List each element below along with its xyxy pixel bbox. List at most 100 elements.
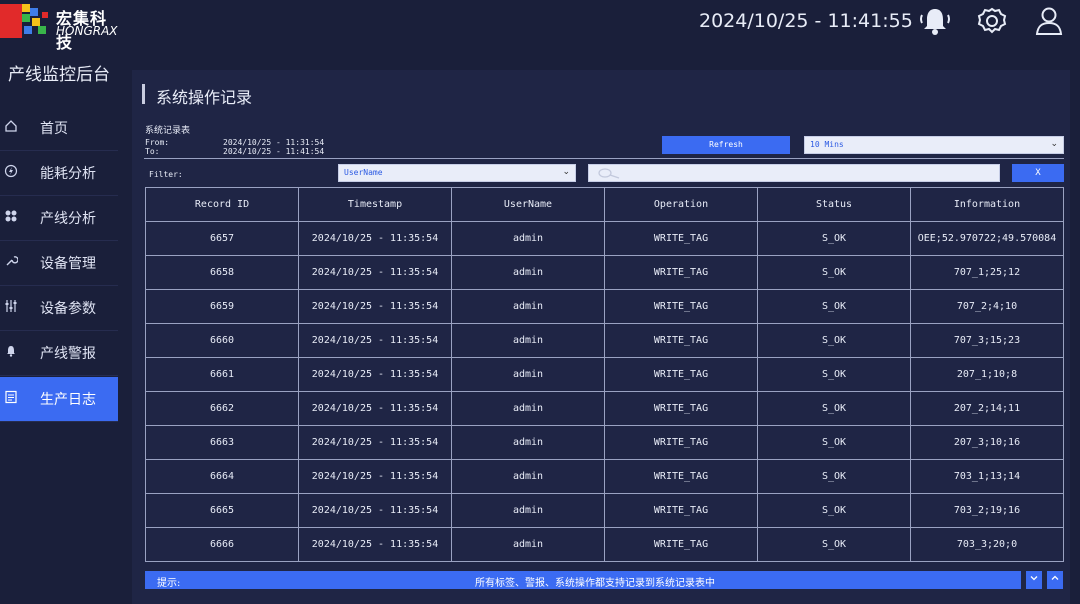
- cell-information: 207_3;10;16: [910, 425, 1064, 460]
- chevron-down-icon: ⌄: [1050, 139, 1058, 149]
- column-header[interactable]: UserName: [451, 187, 605, 222]
- cell-information: 707_3;15;23: [910, 323, 1064, 358]
- cell-record-id: 6665: [145, 493, 299, 528]
- cell-information: 207_2;14;11: [910, 391, 1064, 426]
- cell-record-id: 6657: [145, 221, 299, 256]
- hint-message: 所有标签、警报、系统操作都支持记录到系统记录表中: [475, 578, 715, 589]
- table-row[interactable]: 6665 2024/10/25 - 11:35:54 admin WRITE_TAG S…: [145, 493, 1064, 528]
- cell-record-id: 6666: [145, 527, 299, 562]
- bell-icon[interactable]: [918, 5, 952, 37]
- table-row[interactable]: 6659 2024/10/25 - 11:35:54 admin WRITE_TAG S…: [145, 289, 1064, 324]
- time-range-select[interactable]: 10 Mins ⌄: [804, 136, 1064, 154]
- cell-operation: WRITE_TAG: [604, 255, 758, 290]
- scroll-down-button[interactable]: [1026, 571, 1042, 589]
- time-range-value: 10 Mins: [810, 140, 844, 149]
- cell-status: S_OK: [757, 323, 911, 358]
- table-row[interactable]: 6663 2024/10/25 - 11:35:54 admin WRITE_TAG S…: [145, 425, 1064, 460]
- gear-icon[interactable]: [975, 5, 1009, 37]
- column-header[interactable]: Record ID: [145, 187, 299, 222]
- table-row[interactable]: 6666 2024/10/25 - 11:35:54 admin WRITE_TAG S…: [145, 527, 1064, 562]
- search-input[interactable]: [588, 164, 1000, 182]
- cell-timestamp: 2024/10/25 - 11:35:54: [298, 493, 452, 528]
- column-header[interactable]: Information: [910, 187, 1064, 222]
- column-header[interactable]: Operation: [604, 187, 758, 222]
- table-row[interactable]: 6657 2024/10/25 - 11:35:54 admin WRITE_TAG S…: [145, 221, 1064, 256]
- page-title: 系统操作记录: [156, 88, 253, 107]
- log-icon: [4, 390, 18, 404]
- sidebar-item-label: 设备参数: [40, 301, 96, 317]
- cell-username: admin: [451, 255, 605, 290]
- user-icon[interactable]: [1032, 5, 1066, 37]
- cell-timestamp: 2024/10/25 - 11:35:54: [298, 323, 452, 358]
- cell-username: admin: [451, 527, 605, 562]
- sidebar-item-energy[interactable]: 能耗分析: [0, 151, 118, 196]
- table-row[interactable]: 6661 2024/10/25 - 11:35:54 admin WRITE_TAG S…: [145, 357, 1064, 392]
- cell-information: 707_1;25;12: [910, 255, 1064, 290]
- sidebar-item-device-params[interactable]: 设备参数: [0, 286, 118, 331]
- cell-username: admin: [451, 459, 605, 494]
- cell-record-id: 6658: [145, 255, 299, 290]
- refresh-button[interactable]: Refresh: [662, 136, 790, 154]
- cell-record-id: 6660: [145, 323, 299, 358]
- cell-timestamp: 2024/10/25 - 11:35:54: [298, 255, 452, 290]
- sidebar-item-label: 首页: [40, 121, 68, 137]
- cell-operation: WRITE_TAG: [604, 357, 758, 392]
- cell-timestamp: 2024/10/25 - 11:35:54: [298, 459, 452, 494]
- brand-name-en: HONGRAX: [56, 24, 118, 38]
- cell-username: admin: [451, 493, 605, 528]
- cell-status: S_OK: [757, 493, 911, 528]
- wrench-icon: [4, 254, 19, 268]
- table-subtitle: 系统记录表: [145, 126, 191, 136]
- top-bar: 宏集科技 HONGRAX 2024/10/25 - 11:41:55: [0, 0, 1080, 52]
- table-row[interactable]: 6664 2024/10/25 - 11:35:54 admin WRITE_TAG S…: [145, 459, 1064, 494]
- cell-timestamp: 2024/10/25 - 11:35:54: [298, 221, 452, 256]
- home-icon: [4, 119, 18, 133]
- cell-information: 707_2;4;10: [910, 289, 1064, 324]
- clear-filter-button[interactable]: X: [1012, 164, 1064, 182]
- sidebar-item-line-alarm[interactable]: 产线警报: [0, 331, 118, 376]
- filter-label: Filter:: [149, 170, 183, 179]
- cell-operation: WRITE_TAG: [604, 493, 758, 528]
- sidebar-item-line-analysis[interactable]: 产线分析: [0, 196, 118, 241]
- cell-username: admin: [451, 221, 605, 256]
- grid-icon: [4, 209, 18, 223]
- alarm-icon: [4, 344, 18, 358]
- hint-label: 提示:: [157, 578, 181, 589]
- sidebar-item-label: 生产日志: [40, 392, 96, 408]
- sidebar-item-production-log[interactable]: 生产日志: [0, 377, 118, 422]
- cell-username: admin: [451, 289, 605, 324]
- sliders-icon: [4, 299, 18, 313]
- to-label: To:: [145, 147, 160, 156]
- cell-status: S_OK: [757, 221, 911, 256]
- table-row[interactable]: 6658 2024/10/25 - 11:35:54 admin WRITE_TAG S…: [145, 255, 1064, 290]
- from-value: 2024/10/25 - 11:31:54: [223, 138, 325, 147]
- cell-record-id: 6662: [145, 391, 299, 426]
- cell-username: admin: [451, 357, 605, 392]
- cell-record-id: 6664: [145, 459, 299, 494]
- cell-timestamp: 2024/10/25 - 11:35:54: [298, 391, 452, 426]
- filter-field-select[interactable]: UserName ⌄: [338, 164, 576, 182]
- energy-icon: [4, 164, 18, 178]
- cell-information: OEE;52.970722;49.570084: [910, 221, 1064, 256]
- chevron-up-icon: [1051, 575, 1059, 580]
- cell-information: 703_3;20;0: [910, 527, 1064, 562]
- column-header[interactable]: Status: [757, 187, 911, 222]
- cell-operation: WRITE_TAG: [604, 425, 758, 460]
- scroll-up-button[interactable]: [1047, 571, 1063, 589]
- cell-operation: WRITE_TAG: [604, 391, 758, 426]
- chevron-down-icon: [1030, 576, 1038, 581]
- cell-status: S_OK: [757, 527, 911, 562]
- sidebar-item-device-mgmt[interactable]: 设备管理: [0, 241, 118, 286]
- sidebar-item-home[interactable]: 首页: [0, 106, 118, 151]
- cell-status: S_OK: [757, 255, 911, 290]
- cell-status: S_OK: [757, 459, 911, 494]
- column-header[interactable]: Timestamp: [298, 187, 452, 222]
- cell-username: admin: [451, 323, 605, 358]
- table-row[interactable]: 6662 2024/10/25 - 11:35:54 admin WRITE_TAG S…: [145, 391, 1064, 426]
- search-icon: [598, 168, 620, 179]
- table-row[interactable]: 6660 2024/10/25 - 11:35:54 admin WRITE_TAG S…: [145, 323, 1064, 358]
- hint-bar: 提示: 所有标签、警报、系统操作都支持记录到系统记录表中: [145, 571, 1021, 589]
- chevron-down-icon: ⌄: [562, 167, 570, 177]
- divider: [144, 158, 1064, 159]
- title-accent-bar: [142, 84, 145, 104]
